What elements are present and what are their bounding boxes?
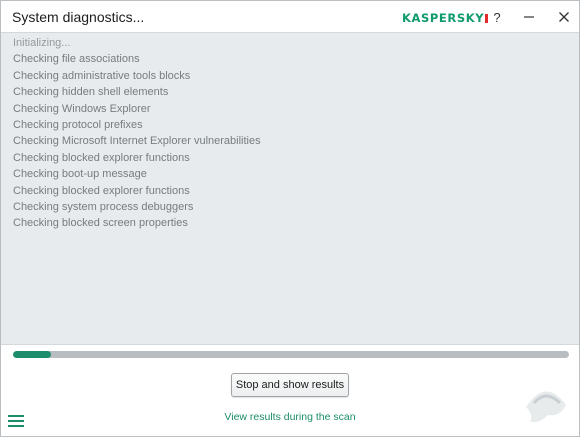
scan-progress-bar <box>13 351 569 358</box>
log-item: Checking file associations <box>13 53 140 66</box>
close-button[interactable] <box>553 7 575 27</box>
watermark-logo <box>520 383 572 427</box>
help-button[interactable]: ? <box>486 7 508 27</box>
minimize-icon <box>524 16 534 18</box>
log-item: Initializing... <box>13 37 71 49</box>
hamburger-menu-icon[interactable] <box>8 414 25 429</box>
stop-and-show-results-button[interactable]: Stop and show results <box>231 373 349 397</box>
brand-name: KASPERSKY <box>402 11 485 25</box>
log-list: Initializing... Checking file associatio… <box>13 35 261 232</box>
log-item: Checking blocked screen properties <box>13 217 188 230</box>
log-item: Checking protocol prefixes <box>13 119 143 132</box>
diagnostics-log: Initializing... Checking file associatio… <box>1 32 579 345</box>
log-item: Checking hidden shell elements <box>13 86 169 99</box>
log-item: Checking Windows Explorer <box>13 102 151 115</box>
view-results-link[interactable]: View results during the scan <box>1 411 579 423</box>
scan-progress-fill <box>13 351 51 358</box>
window-title: System diagnostics... <box>12 9 145 25</box>
log-item: Checking administrative tools blocks <box>13 69 191 82</box>
log-item: Checking system process debuggers <box>13 201 194 214</box>
diagnostics-window: System diagnostics... KASPERSKY ? Initia… <box>0 0 580 437</box>
close-icon <box>559 12 569 22</box>
log-item: Checking boot-up message <box>13 168 147 181</box>
log-item: Checking blocked explorer functions <box>13 184 190 197</box>
kaspersky-logo: KASPERSKY <box>402 11 489 25</box>
log-item: Checking blocked explorer functions <box>13 151 190 164</box>
title-bar: System diagnostics... KASPERSKY ? <box>1 1 579 32</box>
minimize-button[interactable] <box>518 7 540 27</box>
log-item: Checking Microsoft Internet Explorer vul… <box>13 135 261 148</box>
